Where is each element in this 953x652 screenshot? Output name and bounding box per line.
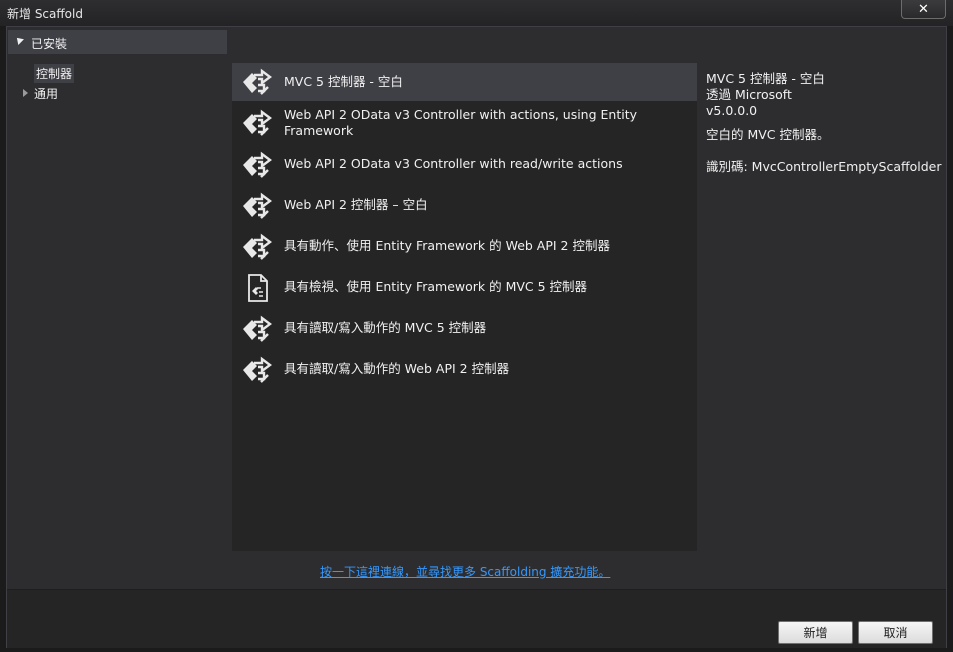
find-more-link[interactable]: 按一下這裡連線，並尋找更多 Scaffolding 擴充功能。 [320,563,610,580]
template-item[interactable]: MVC 5 控制器 - 空白 [232,63,697,101]
template-name: 具有讀取/寫入動作的 Web API 2 控制器 [284,361,510,376]
template-item[interactable]: 具有檢視、使用 Entity Framework 的 MVC 5 控制器 [232,267,697,308]
details-author: 透過 Microsoft [706,87,792,102]
controller-icon [243,151,272,178]
template-name: Web API 2 OData v3 Controller with actio… [284,107,638,138]
template-name: MVC 5 控制器 - 空白 [284,74,403,89]
details-description: 空白的 MVC 控制器。 [706,127,830,142]
controller-icon [243,109,272,136]
installed-label: 已安裝 [31,37,68,51]
dialog-body: 已安裝 控制器 通用 MVC 5 控制器 - 空白 Web API 2 ODat… [6,26,947,648]
close-button[interactable]: ✕ [901,0,946,19]
controller-icon [243,315,272,342]
view-controller-icon [248,274,268,302]
template-item[interactable]: 具有動作、使用 Entity Framework 的 Web API 2 控制器 [232,226,697,267]
template-name: Web API 2 OData v3 Controller with read/… [284,156,623,171]
controller-icon [243,68,272,95]
controller-icon [243,233,272,260]
details-id: 識別碼: MvcControllerEmptyScaffolder [706,159,942,174]
button-bar: 新增 取消 [7,589,946,648]
cancel-button[interactable]: 取消 [858,621,933,644]
tree-item-label: 控制器 [34,63,75,83]
template-name: 具有檢視、使用 Entity Framework 的 MVC 5 控制器 [284,279,588,294]
installed-header[interactable]: 已安裝 [8,30,227,54]
template-item[interactable]: Web API 2 OData v3 Controller with read/… [232,145,697,185]
window-title: 新增 Scaffold [7,7,83,21]
controller-icon [243,356,272,383]
category-tree: 控制器 通用 [7,57,232,577]
template-item[interactable]: 具有讀取/寫入動作的 MVC 5 控制器 [232,308,697,349]
add-button[interactable]: 新增 [778,621,853,644]
tree-item-common[interactable]: 通用 [23,84,58,102]
template-item[interactable]: Web API 2 OData v3 Controller with actio… [232,101,697,145]
tree-item-controller[interactable]: 控制器 [34,63,75,83]
template-name: 具有動作、使用 Entity Framework 的 Web API 2 控制器 [284,238,610,253]
expand-arrow-icon[interactable] [23,89,28,97]
details-version: v5.0.0.0 [706,103,758,118]
details-title: MVC 5 控制器 - 空白 [706,71,825,86]
collapse-arrow-icon [14,35,24,45]
template-item[interactable]: Web API 2 控制器 – 空白 [232,185,697,226]
controller-icon [243,192,272,219]
template-item[interactable]: 具有讀取/寫入動作的 Web API 2 控制器 [232,349,697,390]
template-name: Web API 2 控制器 – 空白 [284,197,428,212]
template-name: 具有讀取/寫入動作的 MVC 5 控制器 [284,320,487,335]
tree-item-label: 通用 [34,86,59,101]
details-panel: MVC 5 控制器 - 空白 透過 Microsoft v5.0.0.0 空白的… [706,71,946,175]
title-bar: 新增 Scaffold ✕ [0,0,953,26]
close-icon: ✕ [918,1,929,17]
template-list: MVC 5 控制器 - 空白 Web API 2 OData v3 Contro… [232,63,697,551]
